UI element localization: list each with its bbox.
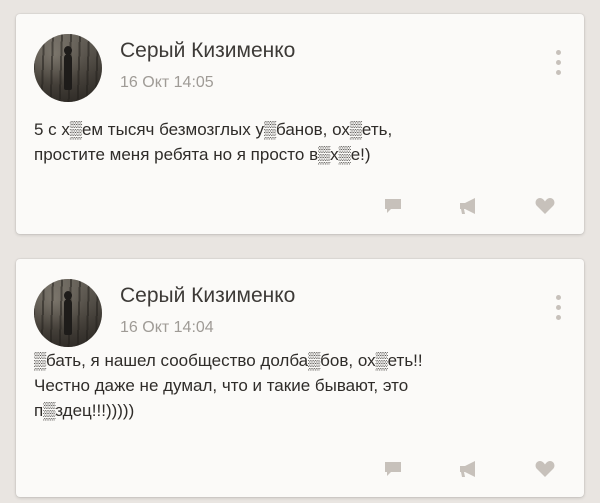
post-actions — [328, 196, 556, 216]
post-text-line: п▒здец!!!))))) — [34, 401, 135, 420]
post-text-line: простите меня ребята но я просто в▒х▒е!) — [34, 145, 371, 164]
more-vertical-icon[interactable] — [556, 50, 562, 80]
post-date[interactable]: 16 Окт 14:05 — [120, 74, 214, 92]
post-card: Серый Кизименко 16 Окт 14:05 5 с х▒ем ты… — [16, 14, 584, 234]
avatar[interactable] — [34, 34, 102, 102]
megaphone-icon[interactable] — [458, 459, 480, 479]
post-card: Серый Кизименко 16 Окт 14:04 ▒бать, я на… — [16, 259, 584, 497]
post-text-line: ▒бать, я нашел сообщество долба▒бов, ох▒… — [34, 351, 423, 370]
post-author[interactable]: Серый Кизименко — [120, 39, 295, 63]
post-text-line: Честно даже не думал, что и такие бывают… — [34, 376, 409, 395]
heart-icon[interactable] — [534, 459, 556, 479]
avatar-figure — [64, 291, 72, 335]
heart-icon[interactable] — [534, 196, 556, 216]
avatar-figure — [64, 46, 72, 90]
post-text: 5 с х▒ем тысяч безмозглых у▒банов, ох▒ет… — [34, 117, 564, 167]
post-date[interactable]: 16 Окт 14:04 — [120, 319, 214, 337]
post-text: ▒бать, я нашел сообщество долба▒бов, ох▒… — [34, 348, 564, 423]
comment-icon[interactable] — [382, 459, 404, 479]
post-actions — [328, 459, 556, 479]
avatar[interactable] — [34, 279, 102, 347]
post-author[interactable]: Серый Кизименко — [120, 284, 295, 308]
comment-icon[interactable] — [382, 196, 404, 216]
more-vertical-icon[interactable] — [556, 295, 562, 325]
megaphone-icon[interactable] — [458, 196, 480, 216]
post-text-line: 5 с х▒ем тысяч безмозглых у▒банов, ох▒ет… — [34, 120, 393, 139]
